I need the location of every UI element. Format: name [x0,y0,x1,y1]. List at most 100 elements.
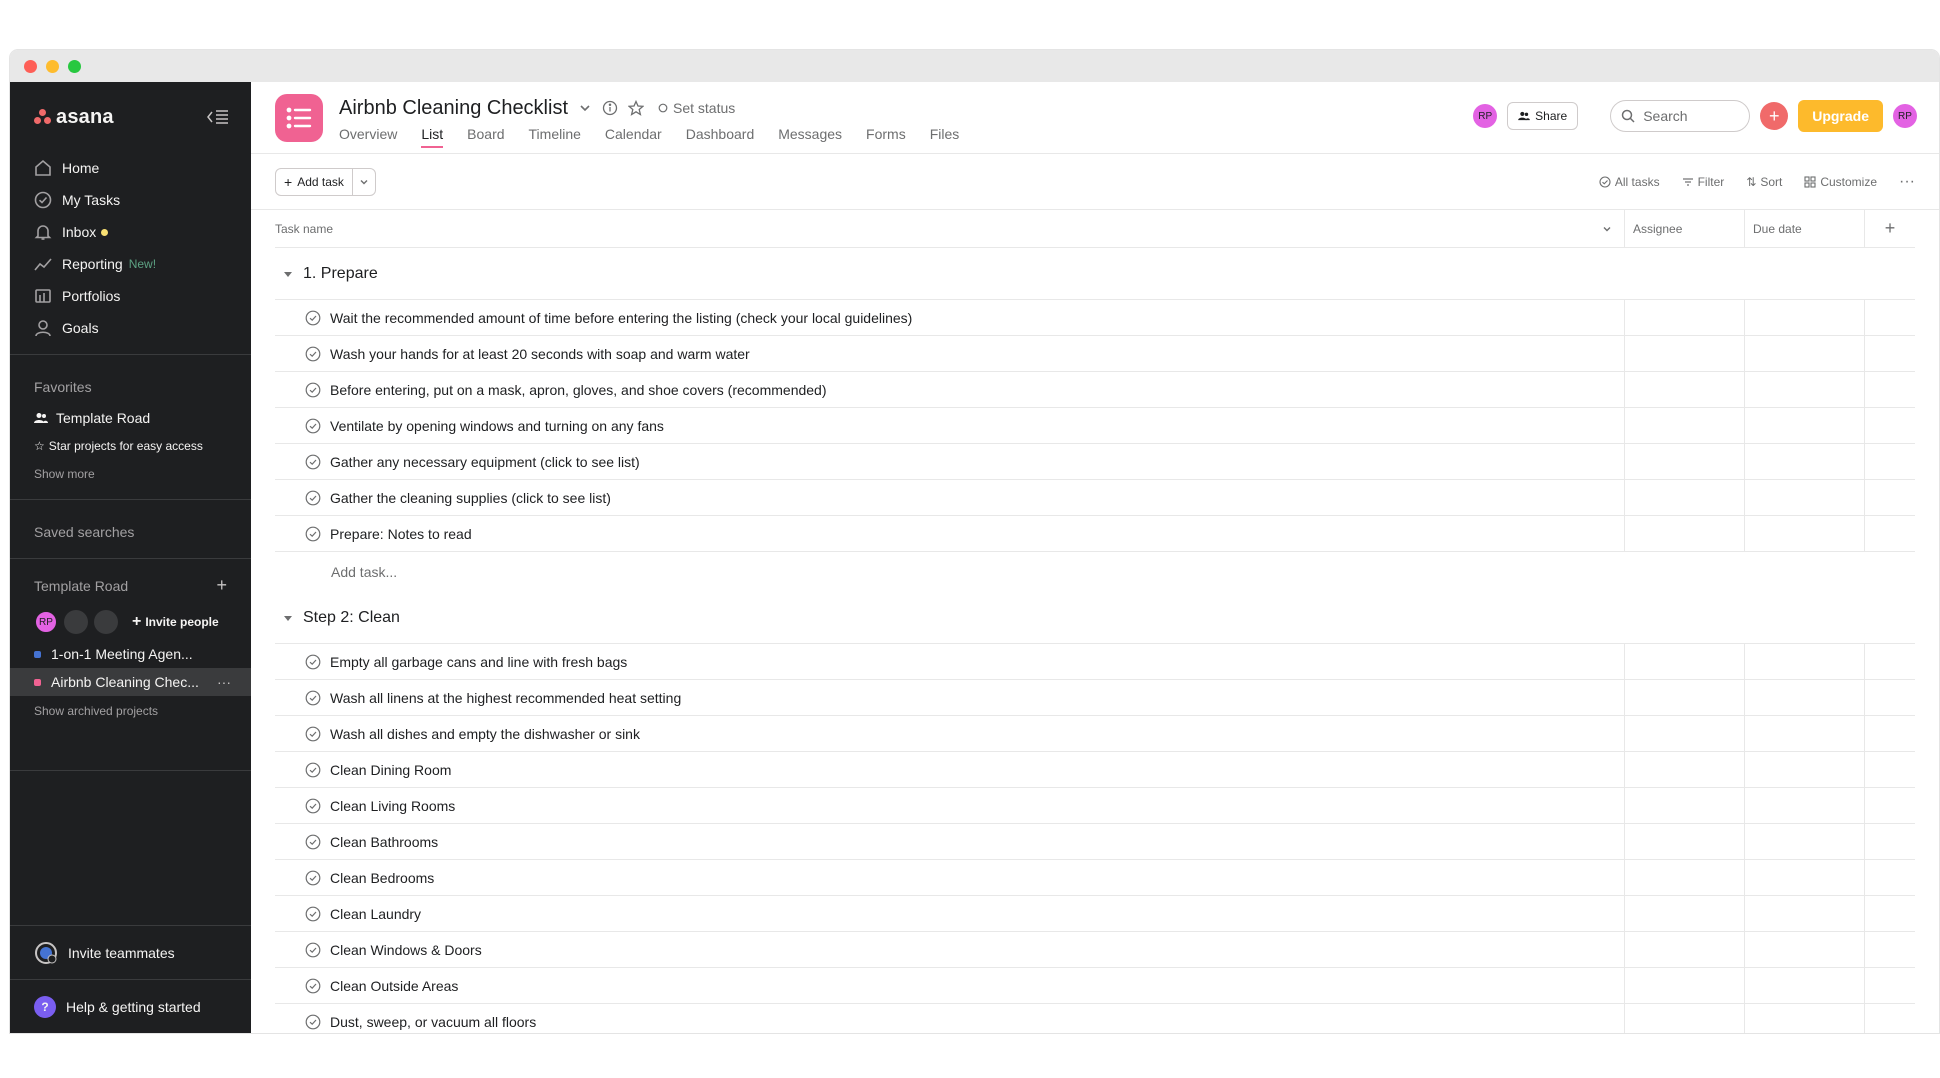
due-date-cell[interactable] [1745,716,1865,751]
tab-timeline[interactable]: Timeline [529,126,581,148]
star-icon[interactable] [628,100,645,116]
complete-task-icon[interactable] [305,454,321,470]
complete-task-icon[interactable] [305,490,321,506]
help-button[interactable]: ? Help & getting started [10,979,251,1033]
assignee-cell[interactable] [1625,968,1745,1003]
add-project-icon[interactable]: + [216,575,227,596]
complete-task-icon[interactable] [305,798,321,814]
tab-files[interactable]: Files [930,126,960,148]
sidebar-item-inbox[interactable]: Inbox [10,216,251,248]
add-task-dropdown[interactable] [353,177,375,187]
complete-task-icon[interactable] [305,346,321,362]
task-name-cell[interactable]: Clean Living Rooms [275,788,1625,823]
due-date-cell[interactable] [1745,752,1865,787]
task-name-cell[interactable]: Wash all dishes and empty the dishwasher… [275,716,1625,751]
add-task-button[interactable]: + Add task [276,168,353,195]
assignee-cell[interactable] [1625,1004,1745,1033]
task-name-cell[interactable]: Dust, sweep, or vacuum all floors [275,1004,1625,1033]
sidebar-item-home[interactable]: Home [10,152,251,184]
assignee-cell[interactable] [1625,680,1745,715]
task-row[interactable]: Clean Bathrooms [275,824,1915,860]
maximize-window-button[interactable] [68,59,81,73]
saved-searches-title[interactable]: Saved searches [10,510,251,548]
task-row[interactable]: Clean Laundry [275,896,1915,932]
due-date-cell[interactable] [1745,896,1865,931]
due-date-cell[interactable] [1745,968,1865,1003]
task-row[interactable]: Clean Dining Room [275,752,1915,788]
sort-button[interactable]: ⇅ Sort [1746,175,1782,189]
column-task-name[interactable]: Task name [275,210,1625,247]
complete-task-icon[interactable] [305,1014,321,1030]
all-tasks-button[interactable]: All tasks [1599,175,1660,189]
assignee-cell[interactable] [1625,300,1745,335]
task-name-cell[interactable]: Gather the cleaning supplies (click to s… [275,480,1625,515]
sidebar-item-my-tasks[interactable]: My Tasks [10,184,251,216]
assignee-cell[interactable] [1625,860,1745,895]
more-options-icon[interactable]: ··· [217,674,231,690]
task-name-cell[interactable]: Prepare: Notes to read [275,516,1625,551]
minimize-window-button[interactable] [46,59,59,73]
task-row[interactable]: Dust, sweep, or vacuum all floors [275,1004,1915,1033]
user-avatar[interactable]: RP [1893,104,1917,128]
due-date-cell[interactable] [1745,680,1865,715]
assignee-cell[interactable] [1625,896,1745,931]
asana-logo[interactable]: asana [34,106,114,129]
tab-overview[interactable]: Overview [339,126,397,148]
assignee-cell[interactable] [1625,336,1745,371]
add-task-inline[interactable]: Add task... [275,552,1915,592]
complete-task-icon[interactable] [305,906,321,922]
caret-down-icon[interactable] [283,613,293,623]
due-date-cell[interactable] [1745,372,1865,407]
due-date-cell[interactable] [1745,932,1865,967]
complete-task-icon[interactable] [305,526,321,542]
assignee-cell[interactable] [1625,644,1745,679]
sidebar-project-airbnb[interactable]: Airbnb Cleaning Chec... ··· [10,668,251,696]
task-name-cell[interactable]: Clean Bathrooms [275,824,1625,859]
assignee-cell[interactable] [1625,788,1745,823]
task-name-cell[interactable]: Empty all garbage cans and line with fre… [275,644,1625,679]
assignee-cell[interactable] [1625,516,1745,551]
task-row[interactable]: Clean Windows & Doors [275,932,1915,968]
filter-button[interactable]: Filter [1682,175,1724,189]
task-row[interactable]: Wash all linens at the highest recommend… [275,680,1915,716]
sidebar-project-1on1[interactable]: 1-on-1 Meeting Agen... [10,640,251,668]
team-title[interactable]: Template Road + [10,569,251,604]
search-input[interactable]: Search [1610,100,1751,132]
assignee-cell[interactable] [1625,444,1745,479]
task-row[interactable]: Gather any necessary equipment (click to… [275,444,1915,480]
column-due-date[interactable]: Due date [1745,210,1865,247]
task-name-cell[interactable]: Before entering, put on a mask, apron, g… [275,372,1625,407]
tab-calendar[interactable]: Calendar [605,126,662,148]
member-avatar[interactable]: RP [1473,104,1498,128]
sidebar-item-goals[interactable]: Goals [10,312,251,344]
sidebar-item-portfolios[interactable]: Portfolios [10,280,251,312]
complete-task-icon[interactable] [305,654,321,670]
task-row[interactable]: Clean Outside Areas [275,968,1915,1004]
complete-task-icon[interactable] [305,382,321,398]
due-date-cell[interactable] [1745,444,1865,479]
complete-task-icon[interactable] [305,942,321,958]
add-column-button[interactable]: + [1865,210,1915,247]
share-button[interactable]: Share [1507,102,1579,130]
section-header[interactable]: Step 2: Clean [275,592,1915,644]
task-row[interactable]: Clean Living Rooms [275,788,1915,824]
due-date-cell[interactable] [1745,788,1865,823]
task-row[interactable]: Empty all garbage cans and line with fre… [275,644,1915,680]
task-row[interactable]: Wash all dishes and empty the dishwasher… [275,716,1915,752]
invite-people-button[interactable]: + Invite people [132,613,219,631]
task-row[interactable]: Wash your hands for at least 20 seconds … [275,336,1915,372]
upgrade-button[interactable]: Upgrade [1798,100,1883,132]
task-name-cell[interactable]: Clean Windows & Doors [275,932,1625,967]
column-assignee[interactable]: Assignee [1625,210,1745,247]
close-window-button[interactable] [24,59,37,73]
task-row[interactable]: Clean Bedrooms [275,860,1915,896]
task-name-cell[interactable]: Ventilate by opening windows and turning… [275,408,1625,443]
task-row[interactable]: Prepare: Notes to read [275,516,1915,552]
task-name-cell[interactable]: Clean Dining Room [275,752,1625,787]
tab-forms[interactable]: Forms [866,126,906,148]
task-name-cell[interactable]: Wait the recommended amount of time befo… [275,300,1625,335]
complete-task-icon[interactable] [305,418,321,434]
assignee-cell[interactable] [1625,480,1745,515]
customize-button[interactable]: Customize [1804,175,1877,189]
assignee-cell[interactable] [1625,408,1745,443]
